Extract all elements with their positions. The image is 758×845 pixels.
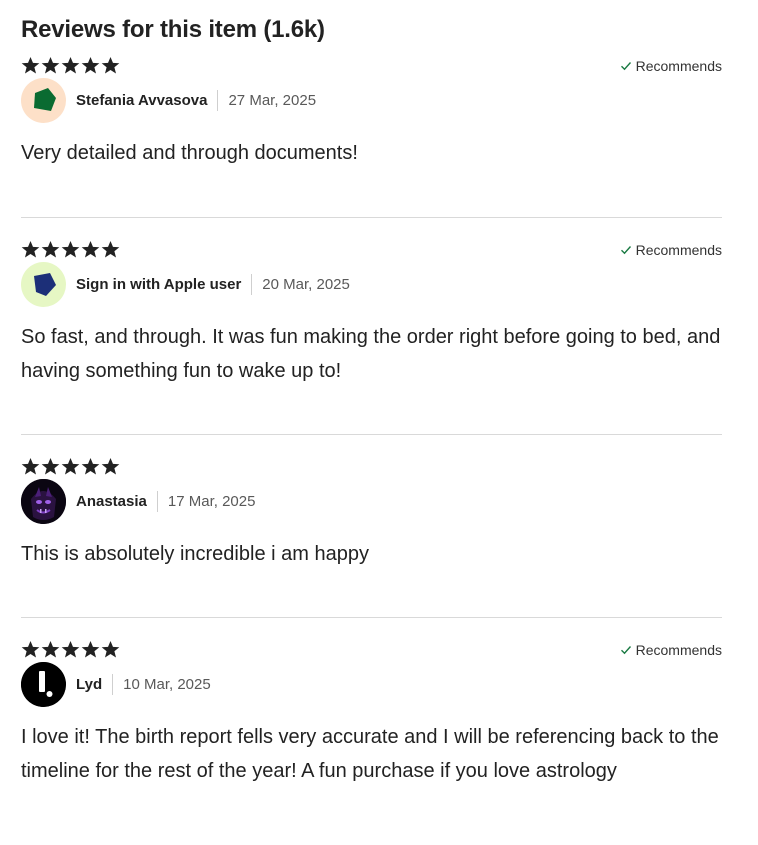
check-icon: [620, 644, 632, 656]
reviewer-info: Anastasia 17 Mar, 2025: [21, 478, 255, 524]
star-icon: [41, 640, 60, 659]
star-icon: [101, 240, 120, 259]
check-icon: [620, 60, 632, 72]
star-icon: [61, 457, 80, 476]
star-icon: [41, 240, 60, 259]
reviewer-name[interactable]: Anastasia: [76, 490, 158, 512]
review-card: Anastasia 17 Mar, 2025 This is absolutel…: [21, 457, 722, 618]
star-icon: [101, 457, 120, 476]
green-pentagon-avatar-icon: [33, 88, 56, 111]
star-icon: [101, 640, 120, 659]
avatar[interactable]: [21, 77, 66, 123]
star-icon: [41, 457, 60, 476]
recommends-label: Recommends: [635, 58, 722, 74]
review-text: This is absolutely incredible i am happy: [21, 543, 369, 565]
star-icon: [61, 640, 80, 659]
review-date: 20 Mar, 2025: [262, 275, 350, 293]
recommends-badge: Recommends: [620, 641, 722, 659]
letter-logo-avatar-icon: [21, 661, 66, 707]
star-icon: [21, 457, 40, 476]
recommends-label: Recommends: [635, 242, 722, 258]
star-icon: [41, 56, 60, 75]
check-icon: [620, 244, 632, 256]
star-icon: [81, 56, 100, 75]
recommends-badge: Recommends: [620, 57, 722, 75]
reviewer-name[interactable]: Sign in with Apple user: [76, 273, 253, 295]
star-icon: [101, 56, 120, 75]
star-rating: [21, 457, 120, 477]
recommends-label: Recommends: [635, 642, 722, 658]
star-icon: [81, 457, 100, 476]
photo-avatar-icon: [21, 478, 66, 524]
star-icon: [21, 240, 40, 259]
recommends-badge: Recommends: [620, 241, 722, 259]
star-rating: [21, 240, 120, 260]
reviewer-name[interactable]: Stefania Avvasova: [76, 89, 219, 111]
review-date: 10 Mar, 2025: [123, 675, 211, 693]
review-card: Recommends Sign in with Apple user 20 Ma…: [21, 240, 722, 435]
review-text: I love it! The birth report fells very a…: [21, 726, 719, 782]
review-date: 17 Mar, 2025: [167, 492, 256, 510]
reviews-section: Reviews for this item (1.6k) Recommends …: [21, 0, 722, 818]
avatar[interactable]: [21, 261, 66, 307]
star-rating: [21, 640, 120, 660]
reviewer-info: Sign in with Apple user 20 Mar, 2025: [21, 261, 350, 307]
avatar[interactable]: [21, 661, 66, 707]
avatar[interactable]: [21, 478, 66, 524]
star-icon: [61, 240, 80, 259]
reviews-title: Reviews for this item (1.6k): [21, 16, 325, 43]
reviewer-info: Stefania Avvasova 27 Mar, 2025: [21, 77, 316, 123]
navy-pentagon-avatar-icon: [33, 273, 56, 296]
review-text: So fast, and through. It was fun making …: [21, 326, 721, 382]
review-card: Recommends Stefania Avvasova 27 Mar, 202…: [21, 56, 722, 218]
reviewer-info: Lyd 10 Mar, 2025: [21, 661, 211, 707]
review-card: Recommends Lyd 10 Mar, 2025 I love it! T…: [21, 640, 722, 818]
star-icon: [21, 56, 40, 75]
star-icon: [81, 240, 100, 259]
review-text: Very detailed and through documents!: [21, 142, 358, 164]
star-icon: [21, 640, 40, 659]
reviewer-name[interactable]: Lyd: [76, 673, 114, 695]
star-icon: [81, 640, 100, 659]
star-rating: [21, 56, 120, 76]
star-icon: [61, 56, 80, 75]
review-date: 27 Mar, 2025: [228, 91, 317, 109]
